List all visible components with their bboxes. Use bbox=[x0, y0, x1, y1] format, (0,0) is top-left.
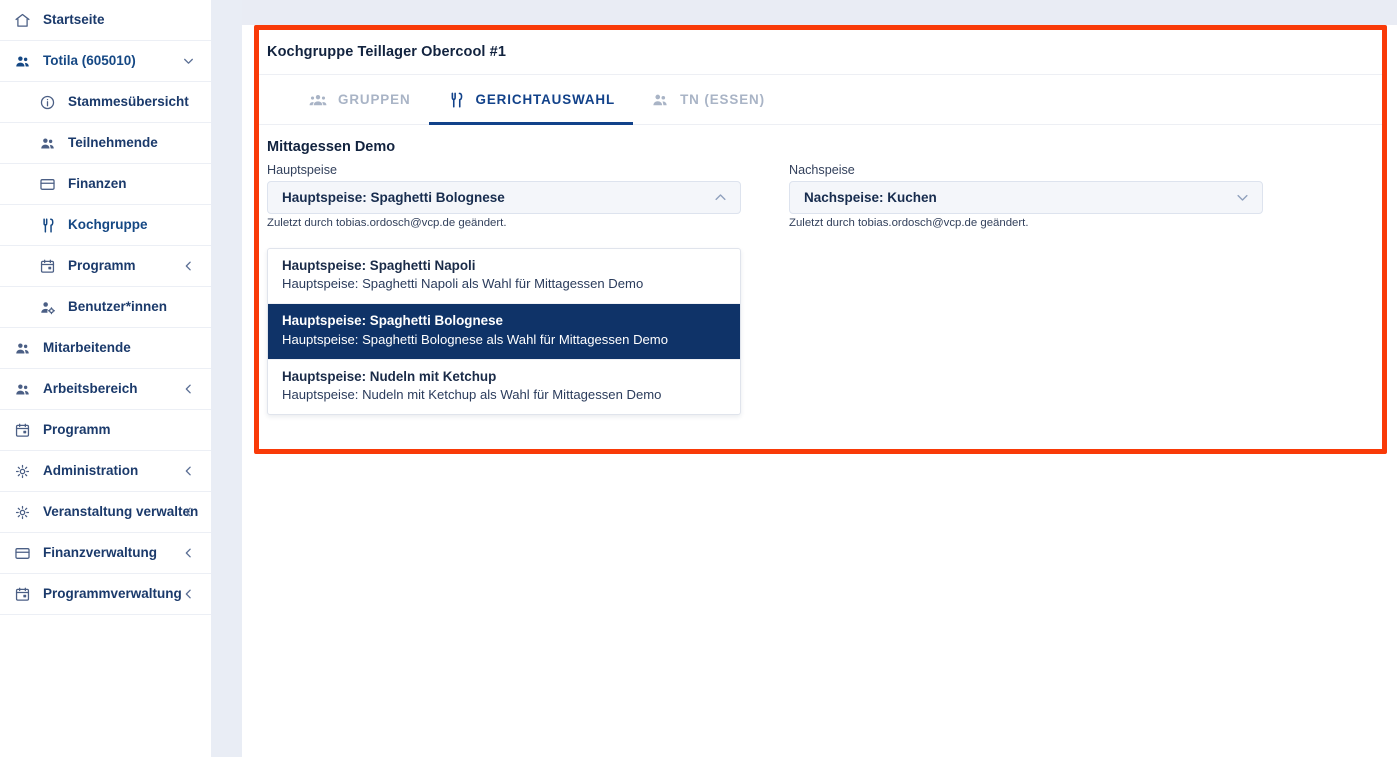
sidebar-item-label: Programmverwaltung bbox=[43, 586, 182, 602]
people-icon bbox=[651, 91, 669, 109]
sidebar-item-label: Totila (605010) bbox=[43, 53, 136, 69]
sidebar-item-label: Mitarbeitende bbox=[43, 340, 131, 356]
calendar-icon bbox=[13, 585, 32, 604]
sidebar-item-startseite[interactable]: Startseite bbox=[0, 0, 211, 41]
tab-label: GERICHTAUSWAHL bbox=[475, 92, 616, 107]
kochgruppe-card: Kochgruppe Teillager Obercool #1 GRUPPEN… bbox=[254, 25, 1387, 454]
calendar-icon bbox=[13, 421, 32, 440]
sidebar-item-finanzverwaltung[interactable]: Finanzverwaltung bbox=[0, 533, 211, 574]
chevron-left-icon[interactable] bbox=[182, 506, 195, 519]
sidebar: Startseite Totila (605010) Stammesübersich… bbox=[0, 0, 211, 757]
dropdown-options-hauptspeise: Hauptspeise: Spaghetti Napoli Hauptspeise… bbox=[267, 248, 741, 416]
chevron-left-icon[interactable] bbox=[182, 588, 195, 601]
caret-down-icon[interactable] bbox=[1235, 190, 1250, 205]
tab-gruppen[interactable]: GRUPPEN bbox=[291, 74, 429, 125]
dropdown-option-description: Hauptspeise: Spaghetti Napoli als Wahl f… bbox=[282, 276, 644, 292]
chevron-left-icon[interactable] bbox=[182, 465, 195, 478]
users-icon bbox=[13, 339, 32, 358]
page-title: Kochgruppe Teillager Obercool #1 bbox=[267, 44, 507, 60]
sidebar-item-mitarbeitende[interactable]: Mitarbeitende bbox=[0, 328, 211, 369]
sidebar-item-label: Administration bbox=[43, 463, 139, 479]
last-changed-hint: Zuletzt durch tobias.ordosch@vcp.de geän… bbox=[789, 217, 1029, 229]
caret-up-icon[interactable] bbox=[713, 190, 728, 205]
sidebar-item-totila-605010[interactable]: Totila (605010) bbox=[0, 41, 211, 82]
sidebar-item-label: Finanzen bbox=[68, 176, 127, 192]
gear-icon bbox=[13, 503, 32, 522]
select-value: Hauptspeise: Spaghetti Bolognese bbox=[282, 190, 505, 205]
main-area: Kochgruppe Teillager Obercool #1 GRUPPEN… bbox=[242, 0, 1397, 757]
sidebar-item-programmverwaltung[interactable]: Programmverwaltung bbox=[0, 574, 211, 615]
dropdown-option-title: Hauptspeise: Nudeln mit Ketchup bbox=[282, 368, 497, 384]
sidebar-item-programm[interactable]: Programm bbox=[0, 246, 211, 287]
sidebar-item-label: Programm bbox=[68, 258, 136, 274]
field-label: Nachspeise bbox=[789, 163, 855, 177]
sidebar-item-label: Teilnehmende bbox=[68, 135, 158, 151]
sidebar-item-administration[interactable]: Administration bbox=[0, 451, 211, 492]
sidebar-item-kochgruppe[interactable]: Kochgruppe bbox=[0, 205, 211, 246]
card-icon bbox=[13, 544, 32, 563]
sidebar-item-label: Startseite bbox=[43, 12, 105, 28]
select-nachspeise[interactable]: Nachspeise: Kuchen bbox=[789, 181, 1263, 214]
gear-icon bbox=[13, 462, 32, 481]
cutlery-icon bbox=[38, 216, 57, 235]
gerichtauswahl-content: Mittagessen Demo Hauptspeise Hauptspeise:… bbox=[259, 125, 1382, 416]
sidebar-item-programm[interactable]: Programm bbox=[0, 410, 211, 451]
tab-label: GRUPPEN bbox=[338, 92, 411, 107]
sidebar-item-benutzer-innen[interactable]: Benutzer*innen bbox=[0, 287, 211, 328]
users-icon bbox=[13, 52, 32, 71]
sidebar-item-label: Kochgruppe bbox=[68, 217, 148, 233]
sidebar-item-label: Finanzverwaltung bbox=[43, 545, 158, 561]
sidebar-item-veranstaltung-verwalten[interactable]: Veranstaltung verwalten bbox=[0, 492, 211, 533]
group-people-icon bbox=[309, 91, 327, 109]
sidebar-item-finanzen[interactable]: Finanzen bbox=[0, 164, 211, 205]
sidebar-item-arbeitsbereich[interactable]: Arbeitsbereich bbox=[0, 369, 211, 410]
dropdown-option-description: Hauptspeise: Spaghetti Bolognese als Wah… bbox=[282, 331, 668, 347]
cutlery-icon bbox=[447, 91, 465, 109]
sidebar-item-teilnehmende[interactable]: Teilnehmende bbox=[0, 123, 211, 164]
app-root: Startseite Totila (605010) Stammesübersich… bbox=[0, 0, 1397, 757]
sidebar-item-label: Stammesübersicht bbox=[68, 94, 189, 110]
tab-tn-essen[interactable]: TN (ESSEN) bbox=[633, 74, 783, 125]
dropdown-option-description: Hauptspeise: Nudeln mit Ketchup als Wahl… bbox=[282, 387, 662, 403]
section-title: Mittagessen Demo bbox=[267, 139, 396, 155]
home-icon bbox=[13, 11, 32, 30]
dropdown-option-title: Hauptspeise: Spaghetti Bolognese bbox=[282, 313, 503, 329]
dropdown-option[interactable]: Hauptspeise: Spaghetti Bolognese Hauptspe… bbox=[268, 304, 740, 360]
course-column-hauptspeise: Hauptspeise Hauptspeise: Spaghetti Bologn… bbox=[267, 163, 741, 416]
info-icon bbox=[38, 93, 57, 112]
course-column-nachspeise: Nachspeise Nachspeise: Kuchen Zuletzt durc… bbox=[789, 163, 1263, 229]
sidebar-gutter bbox=[211, 0, 242, 757]
calendar-icon bbox=[38, 257, 57, 276]
last-changed-hint: Zuletzt durch tobias.ordosch@vcp.de geän… bbox=[267, 217, 507, 229]
tab-gerichtauswahl[interactable]: GERICHTAUSWAHL bbox=[428, 74, 634, 125]
users-icon bbox=[38, 134, 57, 153]
select-value: Nachspeise: Kuchen bbox=[804, 190, 937, 205]
field-label: Hauptspeise bbox=[267, 163, 338, 177]
select-hauptspeise[interactable]: Hauptspeise: Spaghetti Bolognese bbox=[267, 181, 741, 214]
sidebar-item-stammes-bersicht[interactable]: Stammesübersicht bbox=[0, 82, 211, 123]
sidebar-item-label: Veranstaltung verwalten bbox=[43, 504, 199, 520]
page-background-strip bbox=[242, 0, 1397, 25]
dropdown-option[interactable]: Hauptspeise: Spaghetti Napoli Hauptspeise… bbox=[268, 249, 740, 305]
chevron-left-icon[interactable] bbox=[182, 260, 195, 273]
card-icon bbox=[38, 175, 57, 194]
dropdown-option[interactable]: Hauptspeise: Nudeln mit Ketchup Hauptspei… bbox=[268, 360, 740, 414]
course-columns: Hauptspeise Hauptspeise: Spaghetti Bologn… bbox=[267, 163, 1382, 416]
chevron-down-icon[interactable] bbox=[182, 55, 195, 68]
dropdown-option-title: Hauptspeise: Spaghetti Napoli bbox=[282, 258, 476, 273]
user-gear-icon bbox=[38, 298, 57, 317]
sidebar-item-label: Benutzer*innen bbox=[68, 299, 168, 315]
users-icon bbox=[13, 380, 32, 399]
tab-bar: GRUPPEN GERICHTAUSWAHL TN (ESSEN) bbox=[259, 74, 1382, 125]
sidebar-item-label: Arbeitsbereich bbox=[43, 381, 138, 397]
chevron-left-icon[interactable] bbox=[182, 383, 195, 396]
tab-label: TN (ESSEN) bbox=[680, 92, 765, 107]
chevron-left-icon[interactable] bbox=[182, 547, 195, 560]
sidebar-item-label: Programm bbox=[43, 422, 111, 438]
